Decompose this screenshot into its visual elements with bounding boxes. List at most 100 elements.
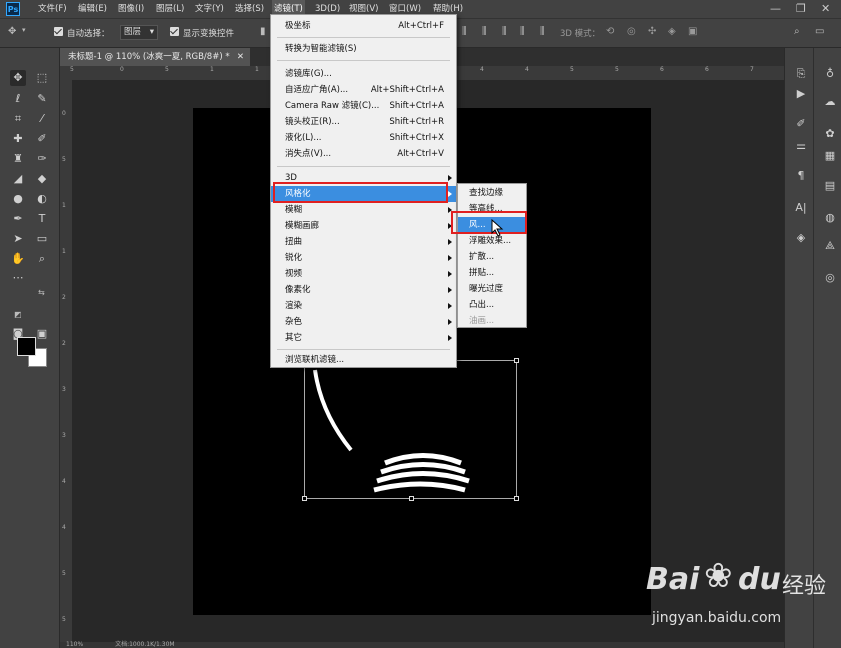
quick-select-tool-icon[interactable]: ✎	[34, 91, 50, 107]
restore-icon[interactable]: ❐	[796, 2, 806, 15]
document-tab[interactable]: 未标题-1 @ 110% (冰爽一夏, RGB/8#) * ✕	[60, 48, 250, 66]
transform-handle[interactable]	[302, 496, 307, 501]
eyedropper-tool-icon[interactable]: ⁄	[34, 111, 50, 127]
align-left-icon[interactable]: ▮	[260, 26, 266, 37]
actions-panel-icon[interactable]: ▶	[793, 86, 809, 102]
show-transform-checkbox[interactable]	[170, 27, 179, 36]
rectangle-tool-icon[interactable]: ▭	[34, 231, 50, 247]
distribute-icon[interactable]: ⫼	[482, 26, 487, 37]
character-panel-icon[interactable]: A|	[793, 200, 809, 216]
pen-tool-icon[interactable]: ✒	[10, 211, 26, 227]
channels-icon[interactable]: ◍	[822, 210, 838, 226]
styles-icon[interactable]: ◎	[822, 270, 838, 286]
menu-item-pixelate[interactable]: 像素化	[271, 282, 456, 298]
paint-bucket-tool-icon[interactable]: ◆	[34, 171, 50, 187]
foreground-color-swatch[interactable]	[17, 337, 36, 356]
align-icon[interactable]: ⫼	[462, 26, 467, 37]
auto-select-dropdown[interactable]: 图层 ▾	[120, 25, 158, 40]
menu-item-sharpen[interactable]: 锐化	[271, 250, 456, 266]
transform-bounding-box[interactable]	[302, 358, 519, 501]
3d-slide-icon[interactable]: ◈	[668, 26, 676, 37]
transform-handle[interactable]	[514, 496, 519, 501]
history-brush-tool-icon[interactable]: ✑	[34, 151, 50, 167]
menu-type[interactable]: 文字(Y)	[193, 0, 226, 18]
submenu-item-diffuse[interactable]: 扩散...	[458, 249, 526, 265]
menu-item-video[interactable]: 视频	[271, 266, 456, 282]
menu-item-blur[interactable]: 模糊	[271, 202, 456, 218]
type-tool-icon[interactable]: T	[34, 211, 50, 227]
3d-pan-icon[interactable]: ✣	[648, 26, 656, 37]
menu-item-other[interactable]: 其它	[271, 330, 456, 346]
zoom-level[interactable]: 110%	[66, 641, 83, 648]
close-icon[interactable]: ✕	[821, 2, 830, 15]
chevron-down-icon[interactable]: ▾	[22, 26, 26, 34]
distribute-icon[interactable]: ⫼	[502, 26, 507, 37]
properties-icon[interactable]: ▤	[822, 178, 838, 194]
menu-edit[interactable]: 编辑(E)	[76, 0, 109, 18]
swatches-panel-icon[interactable]: ▦	[822, 148, 838, 164]
marquee-tool-icon[interactable]: ⬚	[34, 70, 50, 86]
blur-tool-icon[interactable]: ●	[10, 191, 26, 207]
transform-handle[interactable]	[409, 496, 414, 501]
menu-item-render[interactable]: 渲染	[271, 298, 456, 314]
menu-item-polar-coordinates[interactable]: 极坐标 Alt+Ctrl+F	[271, 18, 456, 34]
3d-scale-icon[interactable]: ▣	[688, 26, 697, 37]
menu-item-vanishing-point[interactable]: 消失点(V)... Alt+Ctrl+V	[271, 146, 456, 162]
search-icon[interactable]: ⌕	[794, 26, 800, 37]
menu-image[interactable]: 图像(I)	[116, 0, 146, 18]
menu-item-browse-online-filters[interactable]: 浏览联机滤镜...	[271, 352, 456, 368]
submenu-item-tiles[interactable]: 拼贴...	[458, 265, 526, 281]
menu-file[interactable]: 文件(F)	[36, 0, 69, 18]
menu-item-liquify[interactable]: 液化(L)... Shift+Ctrl+X	[271, 130, 456, 146]
menu-item-lens-correction[interactable]: 镜头校正(R)... Shift+Ctrl+R	[271, 114, 456, 130]
submenu-item-find-edges[interactable]: 查找边缘	[458, 185, 526, 201]
brush-settings-icon[interactable]: ✐	[793, 116, 809, 132]
menu-item-filter-gallery[interactable]: 滤镜库(G)...	[271, 66, 456, 82]
menu-item-adaptive-wide-angle[interactable]: 自适应广角(A)... Alt+Shift+Ctrl+A	[271, 82, 456, 98]
document-info[interactable]: 文档:1000.1K/1.30M	[115, 641, 175, 648]
move-tool-icon[interactable]: ✥	[10, 70, 26, 86]
lasso-tool-icon[interactable]: ℓ	[10, 91, 26, 107]
learn-icon[interactable]: ♁	[822, 66, 838, 82]
auto-select-checkbox[interactable]	[54, 27, 63, 36]
paragraph-panel-icon[interactable]: ¶	[793, 168, 809, 184]
menu-item-convert-smart-filter[interactable]: 转换为智能滤镜(S)	[271, 41, 456, 57]
minimize-icon[interactable]: —	[770, 2, 781, 15]
screen-mode-icon[interactable]: ▣	[34, 326, 50, 342]
paths-icon[interactable]: ⟁	[822, 238, 838, 254]
photoshop-logo-icon[interactable]: Ps	[6, 2, 20, 16]
move-tool-icon[interactable]: ✥	[8, 26, 16, 37]
menu-item-distort[interactable]: 扭曲	[271, 234, 456, 250]
zoom-tool-icon[interactable]: ⌕	[34, 251, 50, 267]
adjustments-icon[interactable]: ⚌	[793, 138, 809, 154]
clone-stamp-tool-icon[interactable]: ♜	[10, 151, 26, 167]
brush-tool-icon[interactable]: ✐	[34, 131, 50, 147]
history-panel-icon[interactable]: ⎘	[793, 66, 809, 82]
3d-roll-icon[interactable]: ◎	[627, 26, 636, 37]
3d-orbit-icon[interactable]: ⟲	[606, 26, 614, 37]
hand-tool-icon[interactable]: ✋	[10, 251, 26, 267]
menu-layer[interactable]: 图层(L)	[154, 0, 186, 18]
libraries-icon[interactable]: ☁	[822, 94, 838, 110]
healing-brush-tool-icon[interactable]: ✚	[10, 131, 26, 147]
more-tools-icon[interactable]: ⋯	[10, 270, 26, 286]
path-select-tool-icon[interactable]: ➤	[10, 231, 26, 247]
layers-panel-icon[interactable]: ◈	[793, 230, 809, 246]
default-colors-icon[interactable]: ◩	[14, 310, 22, 319]
workspace-icon[interactable]: ▭	[815, 26, 824, 37]
menu-item-noise[interactable]: 杂色	[271, 314, 456, 330]
close-tab-icon[interactable]: ✕	[237, 48, 244, 66]
distribute-icon[interactable]: ⫼	[520, 26, 525, 37]
crop-tool-icon[interactable]: ⌗	[10, 111, 26, 127]
color-panel-icon[interactable]: ✿	[822, 126, 838, 142]
menu-item-camera-raw[interactable]: Camera Raw 滤镜(C)... Shift+Ctrl+A	[271, 98, 456, 114]
dodge-tool-icon[interactable]: ◐	[34, 191, 50, 207]
submenu-item-extrude[interactable]: 凸出...	[458, 297, 526, 313]
submenu-item-solarize[interactable]: 曝光过度	[458, 281, 526, 297]
eraser-tool-icon[interactable]: ◢	[10, 171, 26, 187]
swap-colors-icon[interactable]: ⇆	[38, 288, 45, 297]
distribute-icon[interactable]: ⫼	[540, 26, 545, 37]
menu-item-blur-gallery[interactable]: 模糊画廊	[271, 218, 456, 234]
menu-select[interactable]: 选择(S)	[233, 0, 266, 18]
transform-handle[interactable]	[514, 358, 519, 363]
